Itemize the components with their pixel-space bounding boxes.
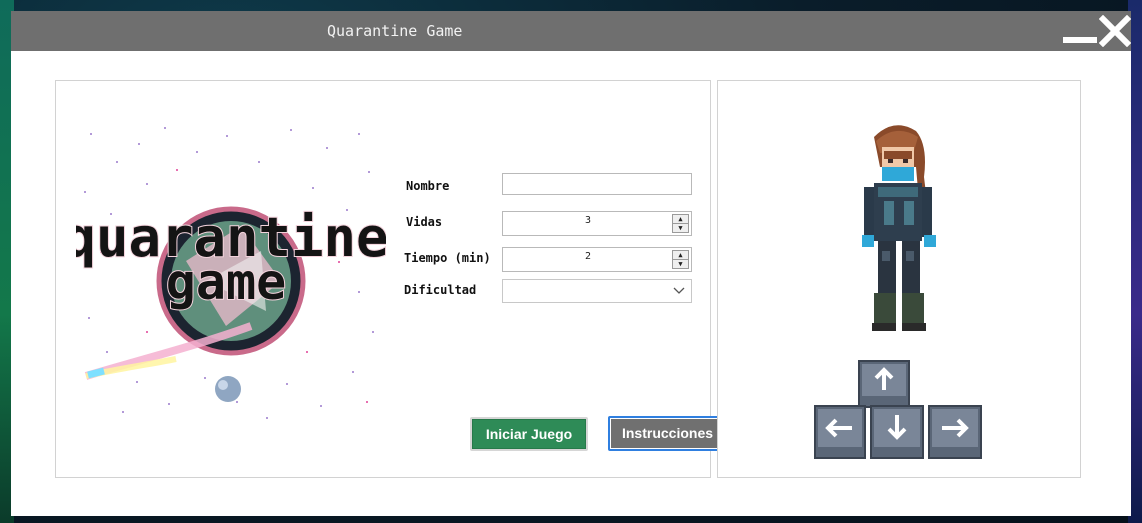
tiempo-stepper[interactable]: 2 ▲ ▼ [502, 247, 692, 272]
dificultad-label: Dificultad [404, 283, 477, 297]
chevron-down-icon [673, 287, 685, 294]
vidas-stepper[interactable]: 3 ▲ ▼ [502, 211, 692, 236]
close-icon[interactable] [1099, 15, 1131, 47]
game-window: Quarantine Game quarantine game Nombre V… [11, 11, 1131, 516]
spin-down-icon[interactable]: ▼ [673, 259, 688, 268]
spin-up-icon[interactable]: ▲ [673, 215, 688, 223]
dificultad-select[interactable] [502, 279, 692, 303]
nombre-label: Nombre [406, 179, 450, 193]
window-title: Quarantine Game [327, 22, 463, 40]
tiempo-spin-buttons[interactable]: ▲ ▼ [672, 250, 689, 269]
minimize-icon[interactable] [1063, 37, 1097, 43]
character-panel [717, 80, 1081, 478]
instructions-button[interactable]: Instrucciones [608, 416, 727, 451]
game-logo: quarantine game [76, 127, 386, 419]
arrow-left-key-icon [814, 405, 866, 459]
vidas-spin-buttons[interactable]: ▲ ▼ [672, 214, 689, 233]
start-game-button[interactable]: Iniciar Juego [470, 417, 588, 451]
arrow-up-key-icon [858, 360, 910, 408]
character-sprite [862, 125, 936, 331]
vidas-label: Vidas [406, 215, 443, 229]
title-bar[interactable]: Quarantine Game [11, 11, 1131, 51]
main-panel: quarantine game Nombre Vidas 3 ▲ ▼ Tiemp… [55, 80, 727, 478]
arrow-down-key-icon [870, 405, 924, 459]
logo-text-game: game [166, 253, 286, 311]
tiempo-label: Tiempo (min) [404, 251, 491, 265]
spin-down-icon[interactable]: ▼ [673, 223, 688, 232]
arrow-right-key-icon [928, 405, 982, 459]
spin-up-icon[interactable]: ▲ [673, 251, 688, 259]
nombre-input[interactable] [502, 173, 692, 195]
